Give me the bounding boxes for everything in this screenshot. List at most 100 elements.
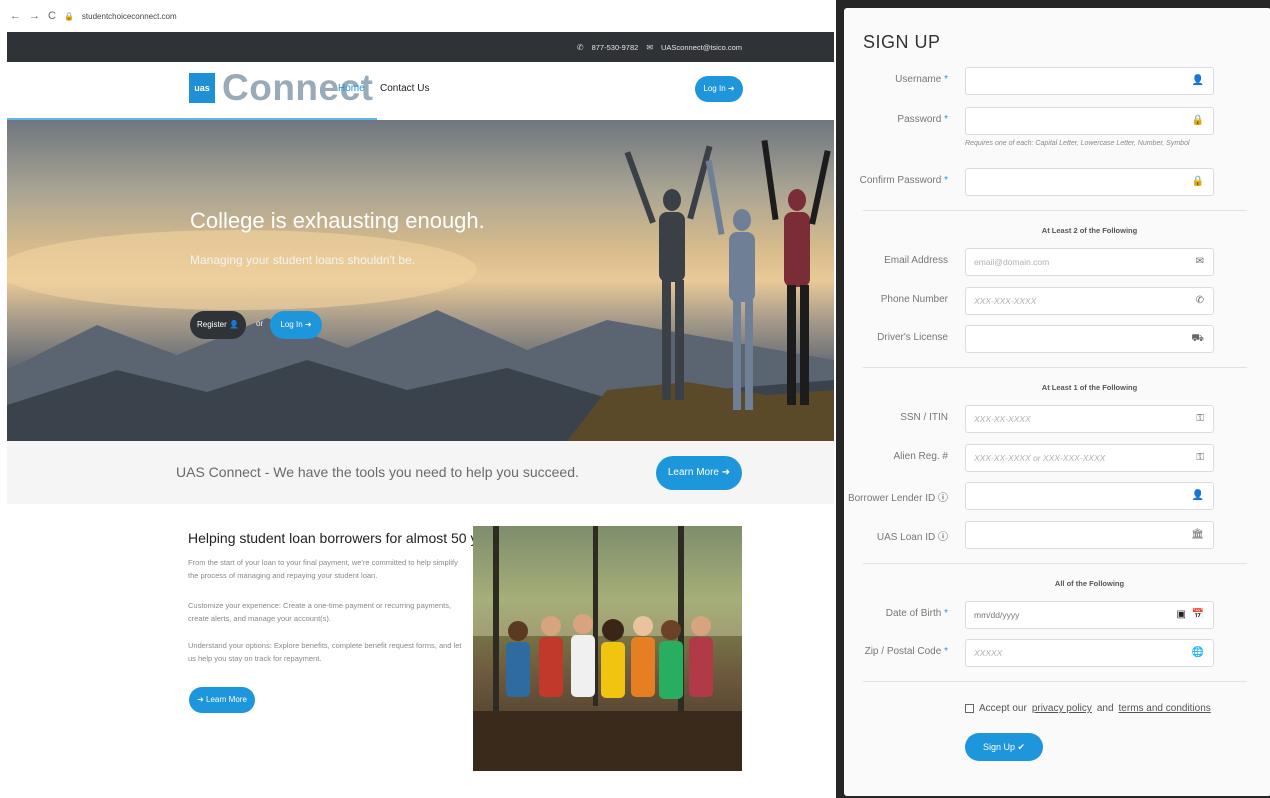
login-arrow-icon: ➜ — [304, 320, 312, 329]
content-paragraph: Customize your experience: Create a one-… — [188, 601, 452, 623]
envelope-icon: ✉ — [646, 42, 654, 52]
section-divider — [863, 367, 1247, 368]
password-hint: Requires one of each: Capital Letter, Lo… — [965, 140, 1190, 147]
signup-title: SIGN UP — [863, 32, 941, 52]
privacy-policy-link[interactable]: privacy policy — [1032, 703, 1092, 714]
drivers-license-field[interactable]: ⛟ — [965, 325, 1214, 353]
borrower-lender-id-label: Borrower Lender ID ⓘ — [847, 493, 948, 504]
lock-icon: 🔒 — [1191, 115, 1204, 126]
phone-icon: ✆ — [576, 42, 584, 52]
email-field[interactable]: email@domain.com ✉ — [965, 248, 1214, 276]
section-heading: At Least 1 of the Following — [1041, 383, 1138, 392]
signup-label: Sign Up — [982, 742, 1015, 752]
alien-reg-label: Alien Reg. # — [893, 451, 948, 462]
cta-learn-more-button[interactable]: Learn More ➜ — [656, 456, 742, 490]
hero-login-label: Log In — [280, 320, 303, 329]
address-bar[interactable]: ← → C 🔒 studentchoiceconnect.com — [0, 0, 836, 32]
phone-field[interactable]: XXX-XXX-XXXX ✆ — [965, 287, 1214, 315]
content-paragraph: Understand your options: Explore benefit… — [188, 641, 462, 663]
browser-window: ← → C 🔒 studentchoiceconnect.com ✆ 877-5… — [0, 0, 836, 798]
back-icon[interactable]: ← — [10, 10, 21, 22]
ssn-label: SSN / ITIN — [900, 412, 948, 423]
accept-terms-row: Accept our privacy policy and terms and … — [965, 703, 1211, 714]
section-divider — [863, 681, 1247, 682]
header-login-button[interactable]: Log In ➜ — [695, 76, 743, 102]
section-divider — [863, 563, 1247, 564]
content-learn-more-label: Learn More — [206, 695, 247, 704]
uas-loan-id-field[interactable]: 🏛 — [965, 521, 1214, 549]
calendar-picker-icon[interactable]: ▣ — [1177, 609, 1186, 620]
header-login-label: Log In — [703, 84, 726, 93]
phone-placeholder: XXX-XXX-XXXX — [974, 296, 1037, 306]
username-field[interactable]: 👤 — [965, 67, 1214, 95]
car-icon: ⛟ — [1191, 333, 1204, 344]
hero-title: College is exhausting enough. — [190, 208, 485, 233]
register-label: Register — [197, 320, 227, 329]
alien-reg-field[interactable]: XXX-XX-XXXX or XXX-XXX-XXXX ⚿ — [965, 444, 1214, 472]
user-icon: 👤 — [1191, 490, 1204, 501]
borrower-lender-id-field[interactable]: 👤 — [965, 482, 1214, 510]
reload-icon[interactable]: C — [48, 10, 56, 22]
username-label: Username * — [895, 74, 948, 85]
info-icon[interactable]: ⓘ — [938, 493, 948, 504]
email-label: Email Address — [884, 255, 948, 266]
nav-home[interactable]: Home — [338, 83, 365, 94]
terms-link[interactable]: terms and conditions — [1119, 703, 1211, 714]
alien-reg-placeholder: XXX-XX-XXXX or XXX-XXX-XXXX — [974, 453, 1106, 463]
site-header: uas Connect Home Contact Us Log In ➜ — [7, 62, 834, 118]
topbar-email[interactable]: UASconnect@tsico.com — [661, 43, 742, 52]
info-icon[interactable]: ⓘ — [938, 532, 948, 543]
lock-icon: 🔒 — [63, 11, 74, 21]
uas-loan-id-label: UAS Loan ID ⓘ — [876, 532, 948, 543]
students-photo — [473, 526, 742, 771]
site-topbar: ✆ 877-530-9782 ✉ UASconnect@tsico.com — [7, 32, 834, 62]
topbar-phone[interactable]: 877-530-9782 — [592, 43, 639, 52]
cta-learn-more-label: Learn More — [667, 467, 719, 478]
zip-label: Zip / Postal Code * — [864, 646, 948, 657]
arrow-right-icon: ➜ — [721, 467, 731, 478]
dob-field[interactable]: mm/dd/yyyy ▣ 📅 — [965, 601, 1214, 629]
zip-field[interactable]: XXXXX 🌐 — [965, 639, 1214, 667]
email-placeholder: email@domain.com — [974, 257, 1050, 267]
bank-icon: 🏛 — [1191, 529, 1204, 540]
confirm-password-field[interactable]: 🔒 — [965, 168, 1214, 196]
calendar-icon: 📅 — [1191, 609, 1204, 620]
hero-scenery — [7, 139, 834, 441]
password-field[interactable]: 🔒 — [965, 107, 1214, 135]
zip-placeholder: XXXXX — [974, 648, 1003, 658]
ssn-field[interactable]: XXX-XX-XXXX ⚿ — [965, 405, 1214, 433]
content-paragraph: From the start of your loan to your fina… — [188, 558, 458, 580]
section-divider — [863, 210, 1247, 211]
section-heading: All of the Following — [1054, 579, 1125, 588]
dob-label: Date of Birth * — [885, 608, 948, 619]
logo-badge[interactable]: uas — [189, 73, 215, 103]
phone-label: Phone Number — [880, 294, 948, 305]
accept-checkbox[interactable] — [965, 704, 974, 713]
envelope-icon: ✉ — [1195, 256, 1204, 267]
user-plus-icon: 👤 — [229, 320, 239, 329]
content-learn-more-button[interactable]: ➜ Learn More — [189, 687, 255, 713]
hero-subtitle: Managing your student loans shouldn't be… — [190, 253, 416, 267]
drivers-license-label: Driver's License — [877, 332, 948, 343]
screenshot-root: ← → C 🔒 studentchoiceconnect.com ✆ 877-5… — [0, 0, 1270, 798]
key-icon: ⚿ — [1196, 452, 1204, 463]
hero-banner: College is exhausting enough. Managing y… — [7, 120, 834, 441]
login-arrow-icon: ➜ — [727, 84, 735, 93]
user-icon: 👤 — [1191, 75, 1204, 86]
content-section: Helping student loan borrowers for almos… — [7, 504, 834, 798]
ssn-placeholder: XXX-XX-XXXX — [974, 414, 1031, 424]
arrow-right-icon: ➜ — [197, 695, 204, 704]
cta-band: UAS Connect - We have the tools you need… — [7, 441, 834, 504]
check-icon: ✔ — [1017, 742, 1026, 752]
accept-prefix: Accept our — [979, 703, 1027, 714]
url-text[interactable]: studentchoiceconnect.com — [82, 12, 177, 21]
dob-placeholder: mm/dd/yyyy — [974, 610, 1020, 620]
forward-icon[interactable]: → — [29, 10, 40, 22]
or-text: or — [256, 319, 264, 328]
lock-icon: 🔒 — [1191, 176, 1204, 187]
signup-modal: SIGN UP Username * 👤 Password * 🔒 Requir… — [844, 8, 1270, 796]
hero-login-button[interactable]: Log In ➜ — [270, 311, 322, 339]
nav-contact-us[interactable]: Contact Us — [380, 83, 429, 94]
signup-button[interactable]: Sign Up ✔ — [965, 733, 1043, 761]
register-button[interactable]: Register 👤 — [190, 311, 246, 339]
